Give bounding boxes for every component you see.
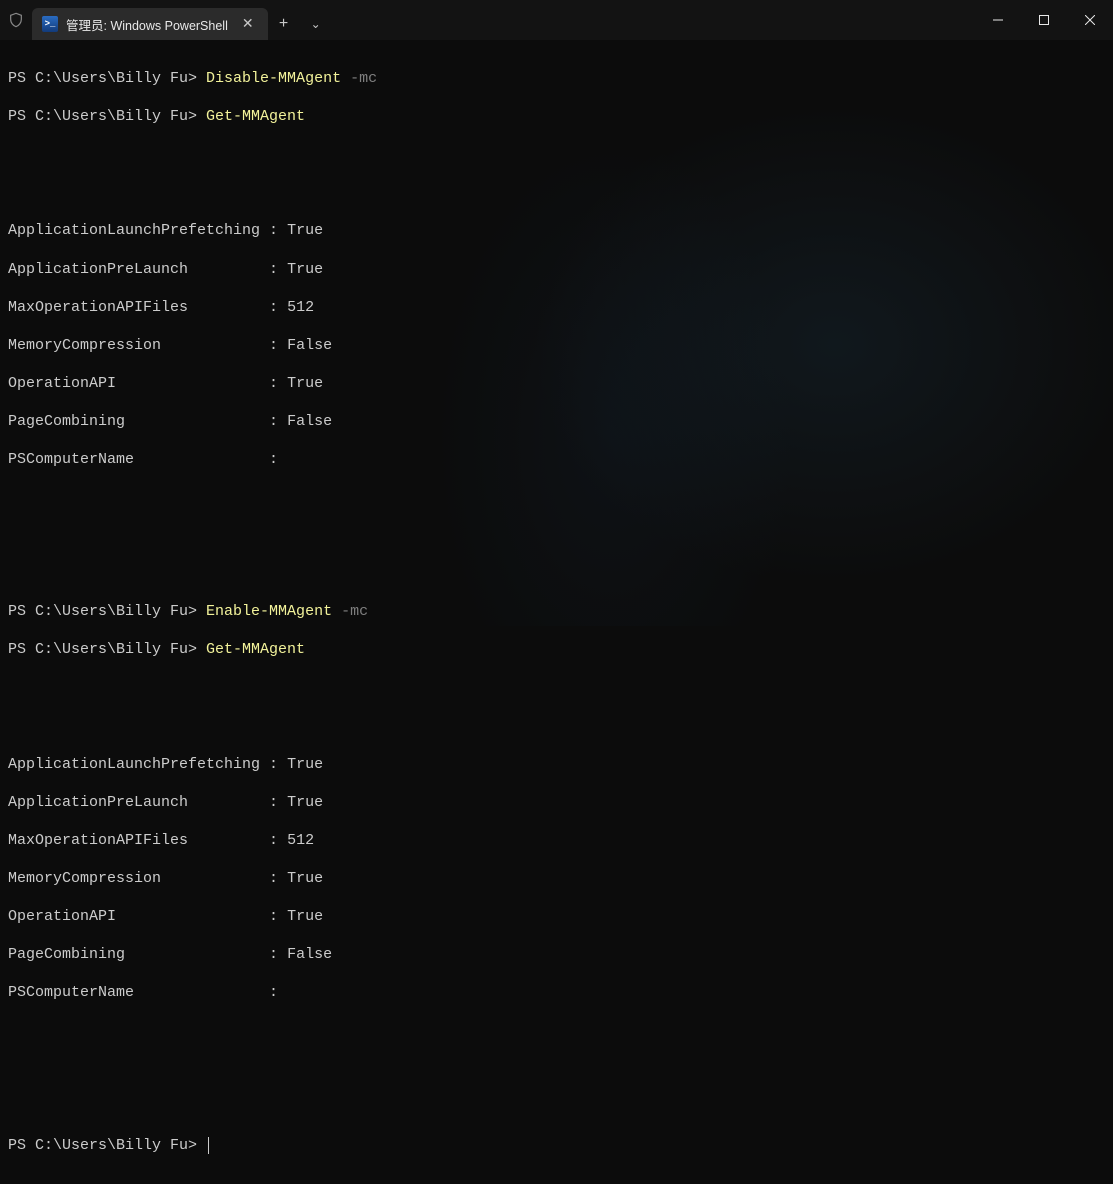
output-sep: :: [260, 946, 287, 963]
output-key: MemoryCompression: [8, 870, 260, 887]
output-value: False: [287, 337, 332, 354]
prompt-text: PS C:\Users\Billy Fu>: [8, 603, 197, 620]
output-sep: :: [260, 832, 287, 849]
output-sep: :: [260, 870, 287, 887]
command-arg: -mc: [341, 603, 368, 620]
output-value: True: [287, 870, 323, 887]
output-key: PSComputerName: [8, 984, 260, 1001]
output-key: ApplicationLaunchPrefetching: [8, 756, 260, 773]
output-value: False: [287, 413, 332, 430]
output-key: ApplicationPreLaunch: [8, 794, 260, 811]
output-sep: :: [260, 413, 287, 430]
output-value: False: [287, 946, 332, 963]
output-value: True: [287, 794, 323, 811]
prompt-text: PS C:\Users\Billy Fu>: [8, 108, 197, 125]
output-sep: :: [260, 261, 287, 278]
new-tab-button[interactable]: +: [268, 8, 300, 40]
powershell-icon: >_: [42, 16, 58, 32]
minimize-button[interactable]: [975, 0, 1021, 40]
command: Enable-MMAgent: [206, 603, 332, 620]
output-value: 512: [287, 832, 314, 849]
maximize-button[interactable]: [1021, 0, 1067, 40]
shield-icon: [0, 12, 32, 28]
tab-active[interactable]: >_ 管理员: Windows PowerShell ✕: [32, 8, 268, 40]
tab-dropdown-button[interactable]: ⌄: [300, 8, 332, 40]
tab-title: 管理员: Windows PowerShell: [66, 15, 228, 34]
prompt-text: PS C:\Users\Billy Fu>: [8, 70, 197, 87]
output-value: True: [287, 908, 323, 925]
output-value: True: [287, 261, 323, 278]
command: Disable-MMAgent: [206, 70, 341, 87]
window-controls: [975, 0, 1113, 40]
output-sep: :: [260, 451, 287, 468]
output-key: MaxOperationAPIFiles: [8, 832, 260, 849]
output-sep: :: [260, 908, 287, 925]
output-sep: :: [260, 337, 287, 354]
tab-close-button[interactable]: ✕: [236, 14, 260, 35]
close-button[interactable]: [1067, 0, 1113, 40]
output-key: PageCombining: [8, 413, 260, 430]
output-sep: :: [260, 299, 287, 316]
output-key: OperationAPI: [8, 375, 260, 392]
output-sep: :: [260, 222, 287, 239]
cursor: [208, 1137, 209, 1154]
titlebar[interactable]: >_ 管理员: Windows PowerShell ✕ + ⌄: [0, 0, 1113, 40]
output-key: ApplicationLaunchPrefetching: [8, 222, 260, 239]
command: Get-MMAgent: [206, 108, 305, 125]
output-key: OperationAPI: [8, 908, 260, 925]
output-sep: :: [260, 375, 287, 392]
prompt-text: PS C:\Users\Billy Fu>: [8, 641, 197, 658]
output-sep: :: [260, 756, 287, 773]
output-value: True: [287, 222, 323, 239]
output-sep: :: [260, 794, 287, 811]
output-value: True: [287, 375, 323, 392]
output-key: MemoryCompression: [8, 337, 260, 354]
output-value: 512: [287, 299, 314, 316]
prompt-text: PS C:\Users\Billy Fu>: [8, 1137, 197, 1154]
output-sep: :: [260, 984, 287, 1001]
command: Get-MMAgent: [206, 641, 305, 658]
command-arg: -mc: [350, 70, 377, 87]
output-key: ApplicationPreLaunch: [8, 261, 260, 278]
terminal-content[interactable]: PS C:\Users\Billy Fu> Disable-MMAgent -m…: [0, 40, 1113, 1184]
output-key: MaxOperationAPIFiles: [8, 299, 260, 316]
output-key: PSComputerName: [8, 451, 260, 468]
output-value: True: [287, 756, 323, 773]
output-key: PageCombining: [8, 946, 260, 963]
